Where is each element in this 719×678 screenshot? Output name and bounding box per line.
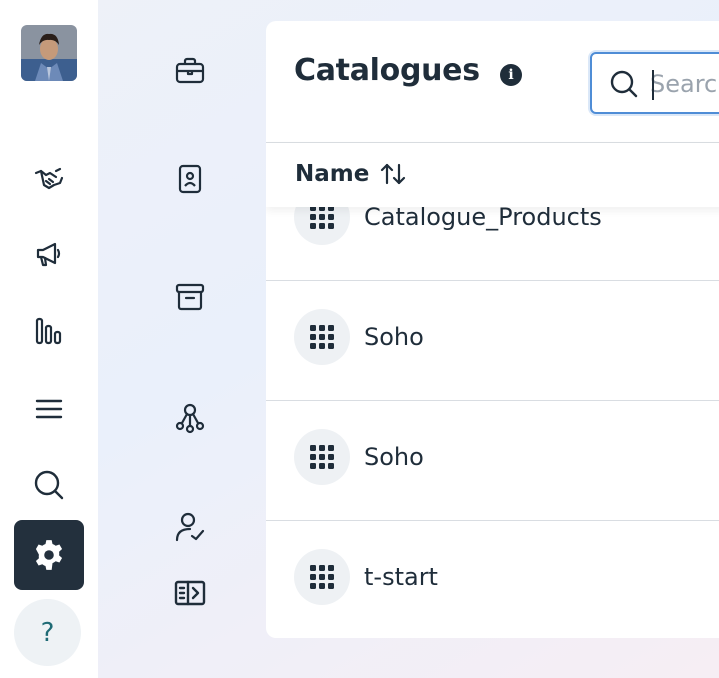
table-header: Name	[266, 143, 719, 207]
contact-card-icon[interactable]	[168, 157, 212, 201]
avatar[interactable]	[21, 25, 77, 81]
table-row[interactable]: t-start	[266, 521, 719, 638]
network-icon[interactable]	[168, 396, 212, 440]
gear-icon	[35, 540, 63, 570]
panel-header: Catalogues i	[266, 21, 719, 143]
row-label: Catalogue_Products	[364, 203, 602, 231]
help-label: ?	[40, 617, 55, 648]
user-check-icon[interactable]	[168, 505, 212, 549]
handshake-icon[interactable]	[22, 158, 76, 198]
search-icon	[608, 68, 640, 100]
grid-icon	[294, 429, 350, 485]
search-box[interactable]	[590, 52, 719, 114]
primary-sidebar: ?	[0, 0, 98, 678]
briefcase-icon[interactable]	[168, 49, 212, 93]
name-column-label: Name	[295, 161, 370, 187]
megaphone-icon[interactable]	[22, 234, 76, 274]
grid-icon	[294, 309, 350, 365]
catalogues-panel: Catalogues i Name	[266, 21, 719, 638]
table-row[interactable]: Soho	[266, 281, 719, 401]
name-column-header[interactable]: Name	[295, 161, 407, 187]
text-caret	[652, 70, 654, 100]
archive-icon[interactable]	[168, 275, 212, 319]
row-label: Soho	[364, 443, 424, 471]
table-row[interactable]: Soho	[266, 401, 719, 521]
grid-icon	[294, 549, 350, 605]
row-label: Soho	[364, 323, 424, 351]
search-icon[interactable]	[22, 465, 76, 505]
help-button[interactable]: ?	[14, 599, 81, 666]
panel-toggle-icon[interactable]	[168, 571, 212, 615]
row-label: t-start	[364, 563, 438, 591]
page-title: Catalogues	[294, 53, 480, 88]
search-input[interactable]	[650, 64, 719, 104]
bar-chart-icon[interactable]	[22, 311, 76, 351]
settings-button[interactable]	[14, 520, 84, 590]
menu-icon[interactable]	[22, 389, 76, 429]
sort-icon	[381, 163, 406, 185]
info-icon[interactable]: i	[500, 64, 522, 86]
